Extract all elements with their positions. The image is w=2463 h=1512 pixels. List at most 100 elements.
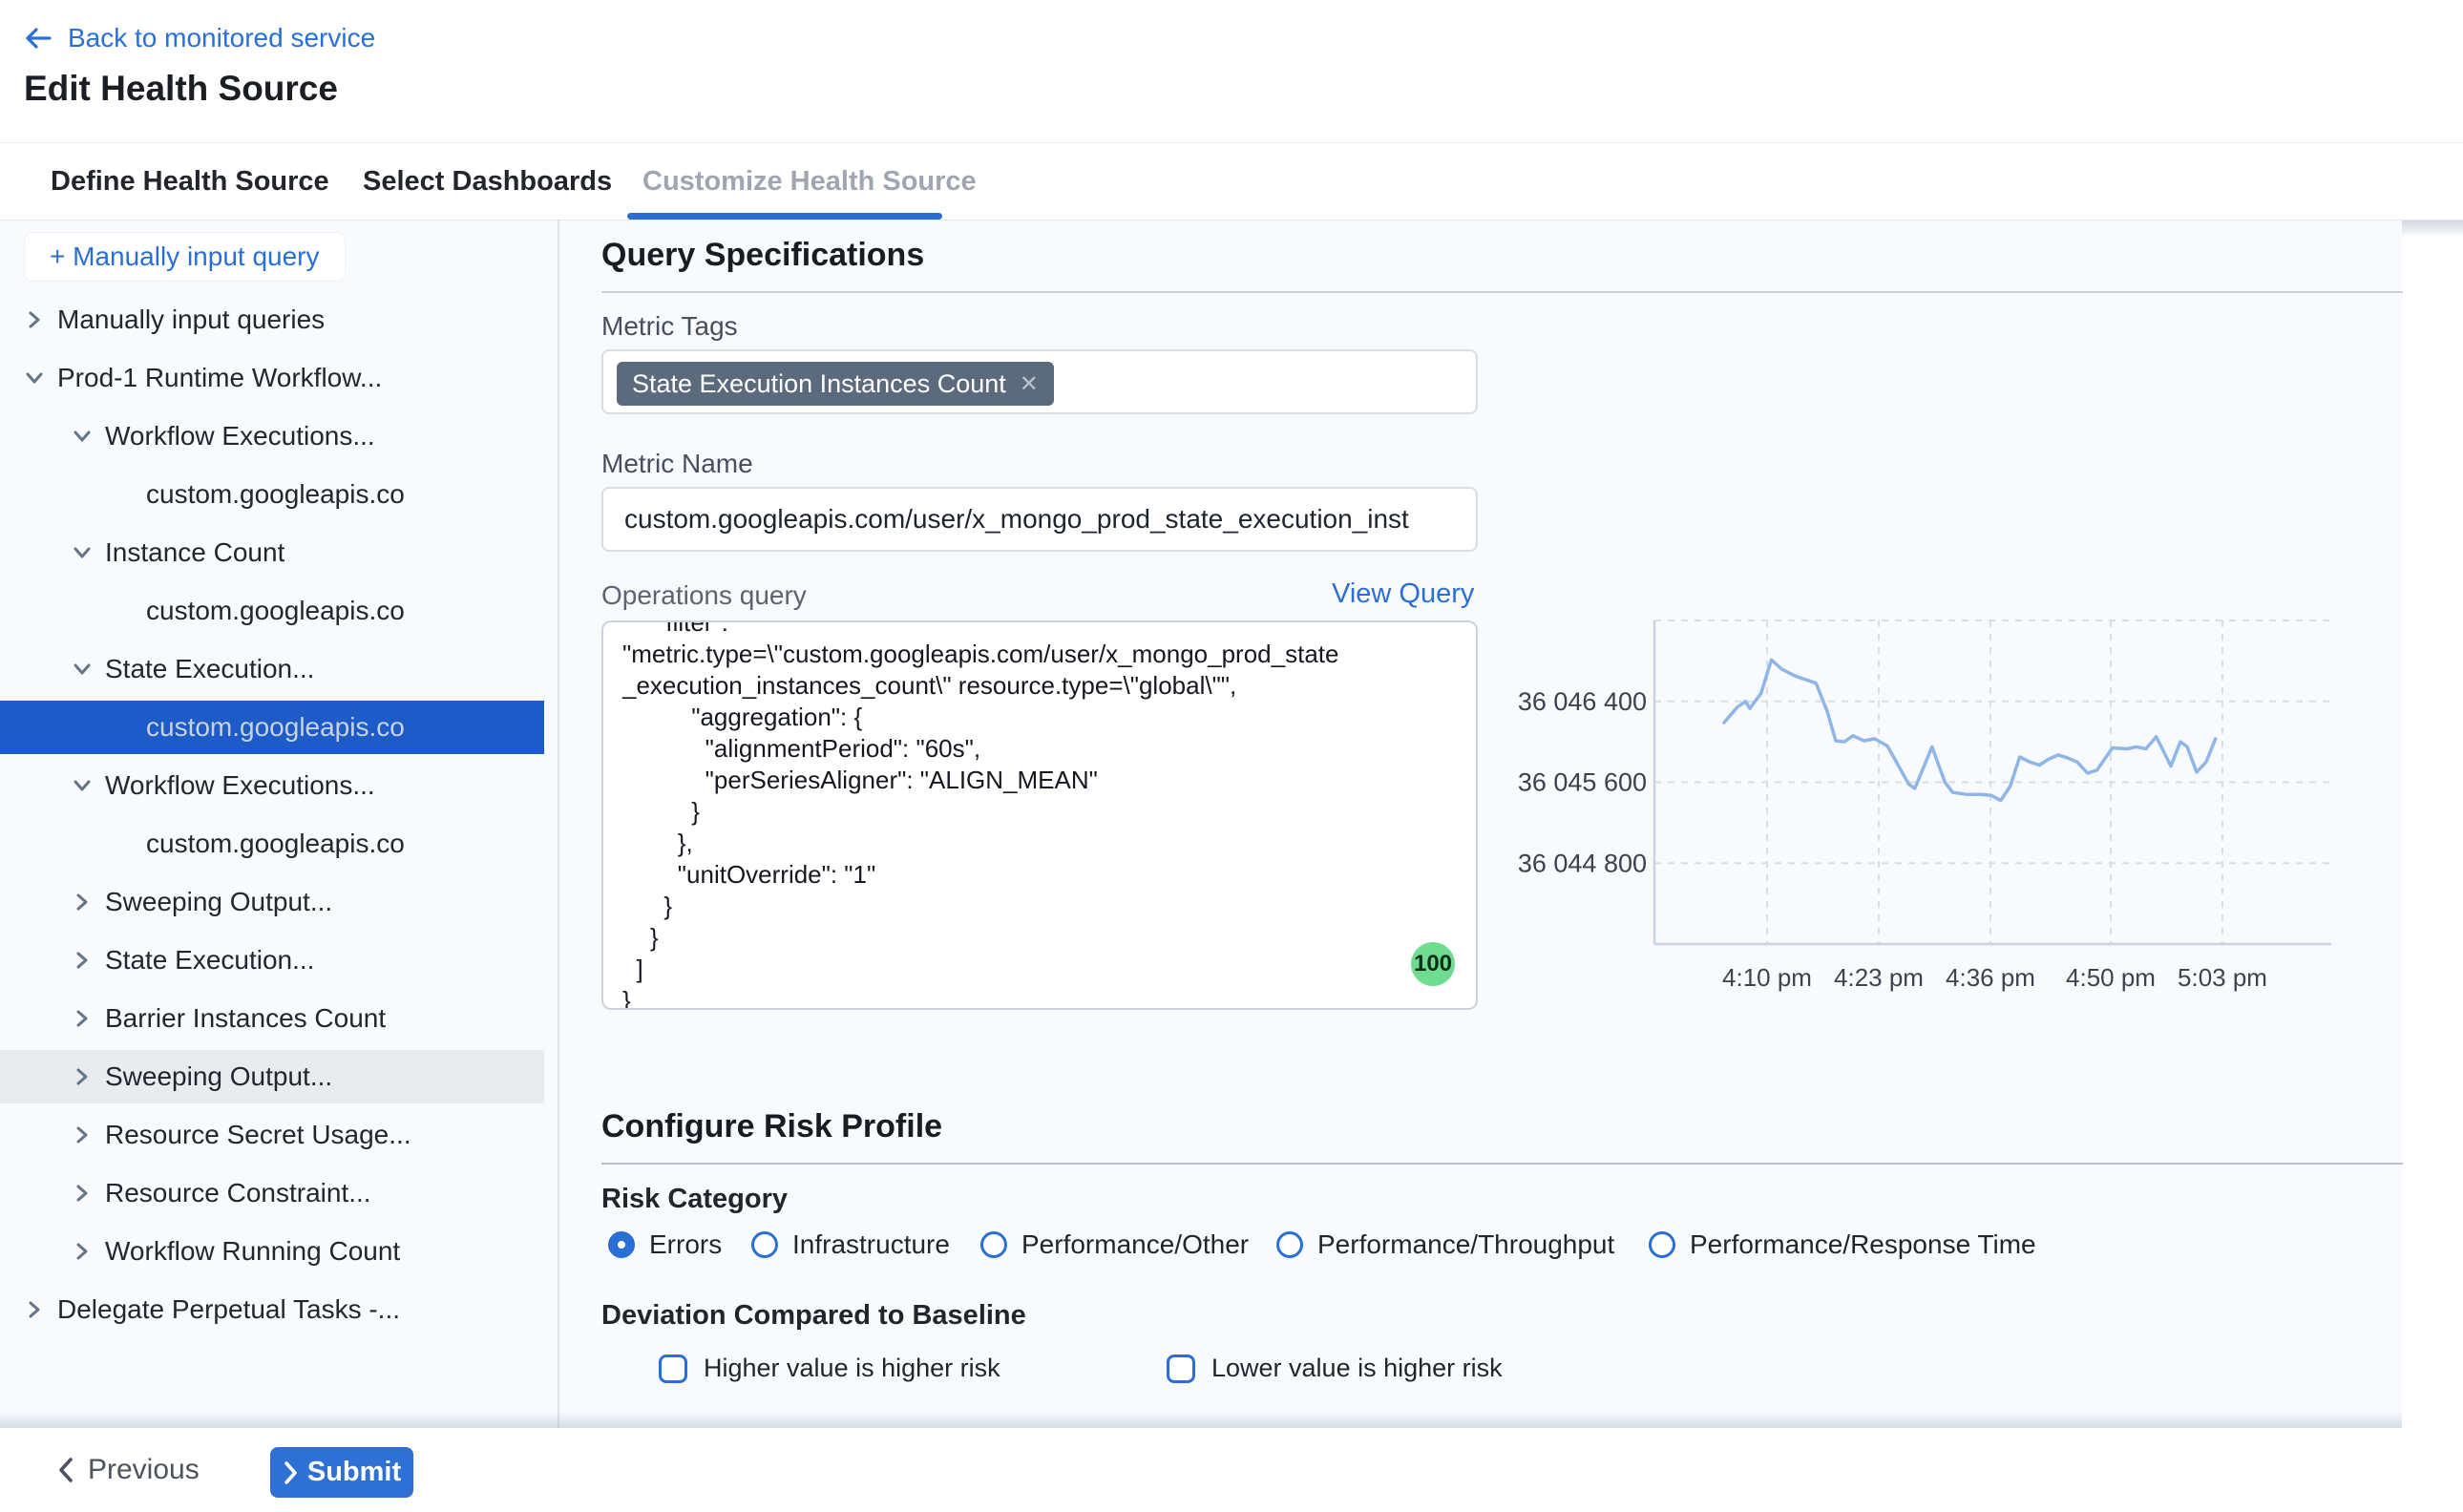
chevron-down-icon[interactable] — [72, 426, 93, 447]
tree-item-7[interactable]: custom.googleapis.co — [0, 701, 558, 754]
back-arrow-icon — [24, 25, 53, 52]
tree-item-label: Manually input queries — [57, 304, 325, 335]
query-records-badge: 100 — [1411, 942, 1455, 986]
x-axis-tick-label: 4:23 pm — [1834, 963, 1924, 992]
tree-item-label: Resource Secret Usage... — [105, 1120, 411, 1150]
radio-label: Errors — [649, 1229, 722, 1260]
chevron-right-icon — [283, 1460, 298, 1485]
back-to-monitored-service-link[interactable]: Back to monitored service — [24, 23, 375, 53]
tree-item-label: Sweeping Output... — [105, 1061, 332, 1092]
chevron-right-icon[interactable] — [72, 1066, 93, 1087]
metric-tags-label: Metric Tags — [601, 311, 738, 342]
tree-item-label: Instance Count — [105, 537, 284, 568]
tree-item-11[interactable]: State Execution... — [0, 934, 558, 987]
active-tab-underline — [627, 213, 942, 220]
metric-tags-field[interactable]: State Execution Instances Count ✕ — [601, 349, 1478, 414]
add-manual-query-button[interactable]: + Manually input query — [24, 232, 346, 282]
radio-icon[interactable] — [751, 1231, 778, 1258]
deviation-checkbox-higher[interactable]: Higher value is higher risk — [659, 1354, 1000, 1383]
risk-radio-infrastructure[interactable]: Infrastructure — [751, 1229, 950, 1260]
tree-item-label: Prod-1 Runtime Workflow... — [57, 363, 382, 393]
x-axis-tick-label: 5:03 pm — [2178, 963, 2267, 992]
tab-bar: Define Health Source Select Dashboards C… — [0, 143, 2463, 220]
metric-preview-chart: 36 046 40036 045 60036 044 8004:10 pm4:2… — [1499, 611, 2415, 1012]
remove-tag-icon[interactable]: ✕ — [1020, 370, 1039, 398]
x-axis-tick-label: 4:10 pm — [1722, 963, 1812, 992]
tree-item-4[interactable]: Instance Count — [0, 526, 558, 579]
tab-define-health-source[interactable]: Define Health Source — [51, 143, 329, 220]
tree-item-8[interactable]: Workflow Executions... — [0, 759, 558, 812]
chevron-down-icon[interactable] — [72, 775, 93, 796]
back-link-label: Back to monitored service — [68, 23, 375, 53]
tree-item-label: Barrier Instances Count — [105, 1003, 386, 1034]
checkbox-label: Higher value is higher risk — [704, 1354, 1000, 1383]
chevron-down-icon[interactable] — [72, 659, 93, 680]
tree-item-10[interactable]: Sweeping Output... — [0, 875, 558, 929]
radio-label: Performance/Response Time — [1690, 1229, 2036, 1260]
chevron-right-icon[interactable] — [24, 1299, 45, 1320]
edit-health-source-page: Back to monitored service Edit Health So… — [0, 0, 2463, 1512]
deviation-checkbox-lower[interactable]: Lower value is higher risk — [1167, 1354, 1503, 1383]
tree-item-label: Sweeping Output... — [105, 887, 332, 917]
chevron-right-icon[interactable] — [72, 1124, 93, 1145]
section-separator — [601, 291, 2403, 293]
tab-customize-health-source[interactable]: Customize Health Source — [642, 143, 977, 220]
radio-label: Performance/Throughput — [1317, 1229, 1614, 1260]
radio-icon[interactable] — [980, 1231, 1007, 1258]
tree-item-label: Workflow Executions... — [105, 421, 375, 452]
tree-item-label: custom.googleapis.co — [146, 829, 405, 859]
metric-tree: Manually input queries Prod-1 Runtime Wor… — [0, 293, 558, 1341]
chevron-right-icon[interactable] — [72, 1008, 93, 1029]
operations-query-textarea[interactable]: "filter": "metric.type=\"custom.googleap… — [601, 620, 1478, 1010]
tree-item-15[interactable]: Resource Constraint... — [0, 1166, 558, 1220]
chevron-right-icon[interactable] — [24, 309, 45, 330]
tree-item-13[interactable]: Sweeping Output... — [0, 1050, 558, 1103]
chevron-right-icon[interactable] — [72, 1183, 93, 1204]
configure-risk-profile-title: Configure Risk Profile — [601, 1108, 942, 1145]
risk-category-options: Errors Infrastructure Performance/Other Per… — [0, 1229, 2402, 1268]
tree-item-3[interactable]: custom.googleapis.co — [0, 468, 558, 521]
risk-radio-performance-throughput[interactable]: Performance/Throughput — [1276, 1229, 1614, 1260]
tree-item-14[interactable]: Resource Secret Usage... — [0, 1108, 558, 1162]
view-query-link[interactable]: View Query — [1332, 578, 1474, 610]
tree-item-12[interactable]: Barrier Instances Count — [0, 992, 558, 1045]
risk-section-separator — [601, 1163, 2403, 1165]
x-axis-tick-label: 4:50 pm — [2066, 963, 2156, 992]
chevron-down-icon[interactable] — [72, 542, 93, 563]
submit-button-label: Submit — [307, 1457, 401, 1488]
metric-timeseries-line — [1724, 660, 2216, 800]
previous-button[interactable]: Previous — [57, 1445, 200, 1495]
deviation-options: Higher value is higher risk Lower value i… — [0, 1354, 2402, 1392]
submit-button[interactable]: Submit — [270, 1447, 413, 1498]
radio-icon[interactable] — [1276, 1231, 1303, 1258]
tree-item-6[interactable]: State Execution... — [0, 642, 558, 696]
query-specifications-title: Query Specifications — [601, 237, 924, 274]
chevron-right-icon[interactable] — [72, 950, 93, 971]
y-axis-tick-label: 36 044 800 — [1518, 849, 1647, 877]
risk-radio-errors[interactable]: Errors — [608, 1229, 722, 1260]
y-axis-tick-label: 36 045 600 — [1518, 768, 1647, 797]
radio-icon[interactable] — [1649, 1231, 1675, 1258]
operations-query-text: "filter": "metric.type=\"custom.googleap… — [603, 620, 1476, 1010]
radio-selected-icon[interactable] — [608, 1231, 635, 1258]
tree-item-1[interactable]: Prod-1 Runtime Workflow... — [0, 351, 558, 405]
risk-radio-performance-response-time[interactable]: Performance/Response Time — [1649, 1229, 2036, 1260]
tree-item-5[interactable]: custom.googleapis.co — [0, 584, 558, 638]
tree-item-17[interactable]: Delegate Perpetual Tasks -... — [0, 1283, 558, 1336]
checkbox-icon[interactable] — [659, 1354, 687, 1383]
metric-name-label: Metric Name — [601, 449, 753, 479]
tree-item-label: custom.googleapis.co — [146, 479, 405, 510]
chevron-right-icon[interactable] — [72, 892, 93, 913]
chevron-down-icon[interactable] — [24, 368, 45, 388]
metric-name-input[interactable] — [603, 489, 1476, 550]
tree-item-label: custom.googleapis.co — [146, 596, 405, 626]
checkbox-icon[interactable] — [1167, 1354, 1195, 1383]
risk-category-label: Risk Category — [601, 1184, 788, 1215]
risk-radio-performance-other[interactable]: Performance/Other — [980, 1229, 1249, 1260]
tree-item-9[interactable]: custom.googleapis.co — [0, 817, 558, 871]
tree-item-2[interactable]: Workflow Executions... — [0, 410, 558, 463]
tree-item-0[interactable]: Manually input queries — [0, 293, 558, 346]
x-axis-tick-label: 4:36 pm — [1946, 963, 2035, 992]
tab-select-dashboards[interactable]: Select Dashboards — [363, 143, 612, 220]
metric-tag-chip-label: State Execution Instances Count — [632, 369, 1006, 399]
